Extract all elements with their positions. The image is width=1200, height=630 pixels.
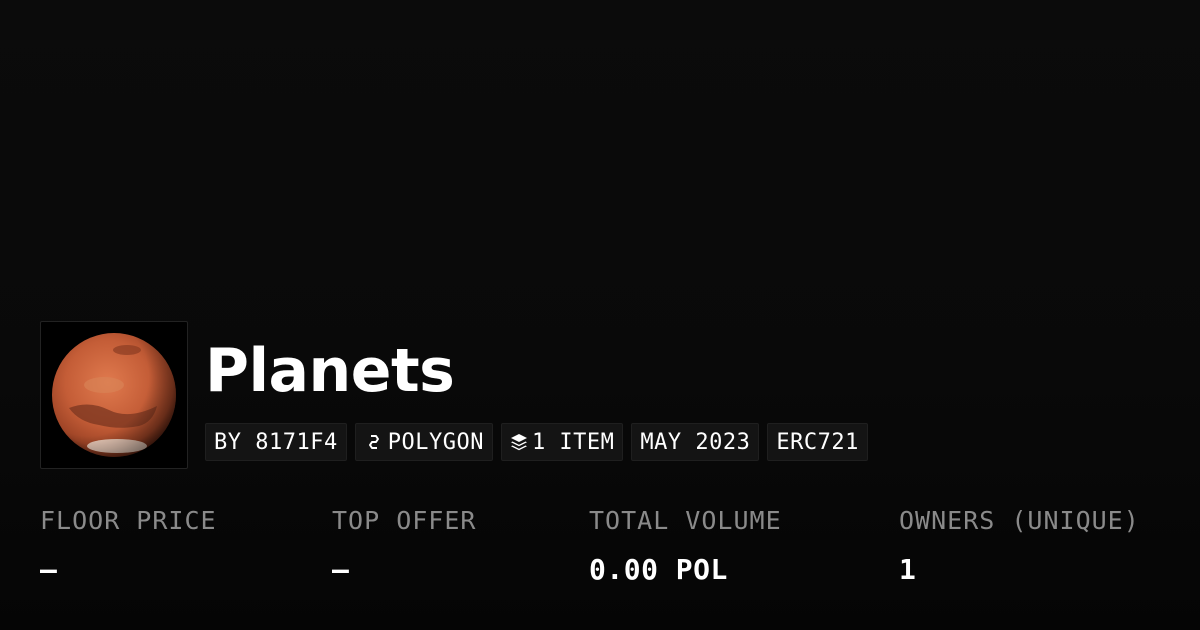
items-label: 1 ITEM (531, 429, 615, 455)
floor-price-stat: FLOOR PRICE – (40, 506, 217, 586)
items-chip[interactable]: 1 ITEM (500, 423, 624, 461)
total-volume-label: TOTAL VOLUME (589, 506, 782, 535)
date-label: MAY 2023 (640, 429, 751, 455)
collection-meta: Planets BY 8171F4 POLYGON 1 ITEM MAY 202… (205, 321, 868, 461)
owners-value: 1 (899, 553, 917, 586)
owners-stat: OWNERS (UNIQUE) 1 (899, 506, 1140, 586)
standard-label: ERC721 (776, 429, 859, 455)
date-chip: MAY 2023 (631, 423, 760, 461)
creator-label: BY 8171F4 (214, 429, 338, 455)
floor-price-value: – (40, 553, 58, 586)
total-volume-value: 0.00 POL (589, 553, 728, 586)
collection-stats: FLOOR PRICE – TOP OFFER – TOTAL VOLUME 0… (40, 506, 1180, 606)
collection-title: Planets (205, 336, 455, 406)
floor-price-label: FLOOR PRICE (40, 506, 217, 535)
creator-chip[interactable]: BY 8171F4 (205, 423, 347, 461)
collection-image[interactable] (40, 321, 188, 469)
top-offer-value: – (332, 553, 350, 586)
owners-label: OWNERS (UNIQUE) (899, 506, 1140, 535)
chain-chip[interactable]: POLYGON (354, 423, 493, 461)
polygon-icon (364, 432, 384, 452)
layers-icon (510, 433, 528, 451)
standard-chip: ERC721 (767, 423, 868, 461)
planet-mars-image (52, 333, 176, 457)
chain-label: POLYGON (387, 429, 484, 455)
top-offer-label: TOP OFFER (332, 506, 477, 535)
total-volume-stat: TOTAL VOLUME 0.00 POL (589, 506, 782, 586)
collection-header: Planets BY 8171F4 POLYGON 1 ITEM MAY 202… (40, 321, 868, 471)
collection-chips: BY 8171F4 POLYGON 1 ITEM MAY 2023 ERC721 (205, 423, 868, 461)
top-offer-stat: TOP OFFER – (332, 506, 476, 586)
